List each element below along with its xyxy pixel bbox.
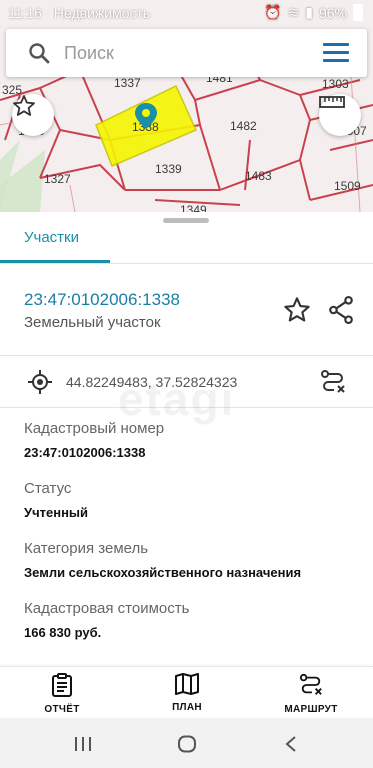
favorite-map-button[interactable] [12,94,54,136]
wifi-icon: ≋ [287,4,300,20]
recents-icon[interactable] [74,736,92,752]
plot-label: 1349 [180,203,207,212]
plot-label: 1327 [44,172,71,186]
plan-label: ПЛАН [172,702,202,713]
plan-button[interactable]: ПЛАН [137,673,237,713]
map-view[interactable]: 325 1337 1303 1338 1482 1507 1327 1339 1… [0,0,373,212]
property-item: Статус Учтенный [24,480,354,540]
report-label: ОТЧЁТ [44,704,80,715]
property-list: Кадастровый номер 23:47:0102006:1338 Ста… [24,420,354,660]
plot-label: 1337 [114,76,141,90]
search-bar[interactable]: Поиск [6,29,367,77]
bottom-nav: ОТЧЁТ ПЛАН МАРШРУТ [0,666,373,718]
home-icon[interactable] [177,735,197,753]
plot-label: 1482 [230,119,257,133]
back-icon[interactable] [284,735,298,753]
route-icon [299,673,322,695]
property-label: Кадастровый номер [24,420,165,437]
parcel-type: Земельный участок [24,314,161,331]
status-time: 11:16 [8,5,42,21]
property-label: Категория земель [24,540,149,557]
property-item: Кадастровый номер 23:47:0102006:1338 [24,420,354,480]
search-icon[interactable] [28,42,50,64]
star-icon [13,95,35,116]
signal-icon: ▮ [305,4,313,20]
property-value: Земли сельскохозяйственного назначения [24,565,302,580]
system-nav-bar [0,718,373,768]
tab-indicator [0,260,110,263]
ruler-button[interactable] [319,94,361,136]
route-button[interactable]: МАРШРУТ [261,673,361,715]
property-value: Учтенный [24,505,89,520]
property-label: Кадастровая стоимость [24,600,190,617]
status-bar-left: 11:16 Недвижимость [8,5,150,21]
menu-icon[interactable] [323,43,349,67]
plot-label: 1303 [322,77,349,91]
plot-label: 1339 [155,162,182,176]
report-icon [52,673,72,697]
property-value: 23:47:0102006:1338 [24,445,146,460]
property-item: Категория земель Земли сельскохозяйствен… [24,540,354,600]
battery-icon [353,4,363,21]
tab-bar: Участки [0,212,373,264]
plot-label: 1483 [245,169,272,183]
route-icon[interactable] [320,369,346,395]
property-label: Статус [24,480,72,497]
status-bar: 11:16 Недвижимость ⏰ ≋ ▮ 96% [0,0,373,28]
watermark: etagi [118,373,236,425]
search-input[interactable]: Поиск [64,43,114,64]
alarm-icon: ⏰ [264,4,282,20]
report-button[interactable]: ОТЧЁТ [12,673,112,715]
ruler-icon [319,96,345,108]
map-icon [175,673,199,695]
gps-icon[interactable] [28,370,52,394]
property-value: 166 830 руб. [24,625,102,640]
route-label: МАРШРУТ [284,704,338,715]
battery-percent: 96% [318,4,347,21]
parcel-header: 23:47:0102006:1338 Земельный участок [0,264,373,356]
property-item: Кадастровая стоимость 166 830 руб. [24,600,354,660]
tab-parcels[interactable]: Участки [24,229,79,246]
status-bar-right: ⏰ ≋ ▮ 96% [264,4,363,21]
app-name: Недвижимость [53,5,151,21]
plot-label: 1509 [334,179,361,193]
cadastral-number-title[interactable]: 23:47:0102006:1338 [24,290,180,310]
star-icon[interactable] [283,296,311,324]
share-icon[interactable] [328,296,354,324]
